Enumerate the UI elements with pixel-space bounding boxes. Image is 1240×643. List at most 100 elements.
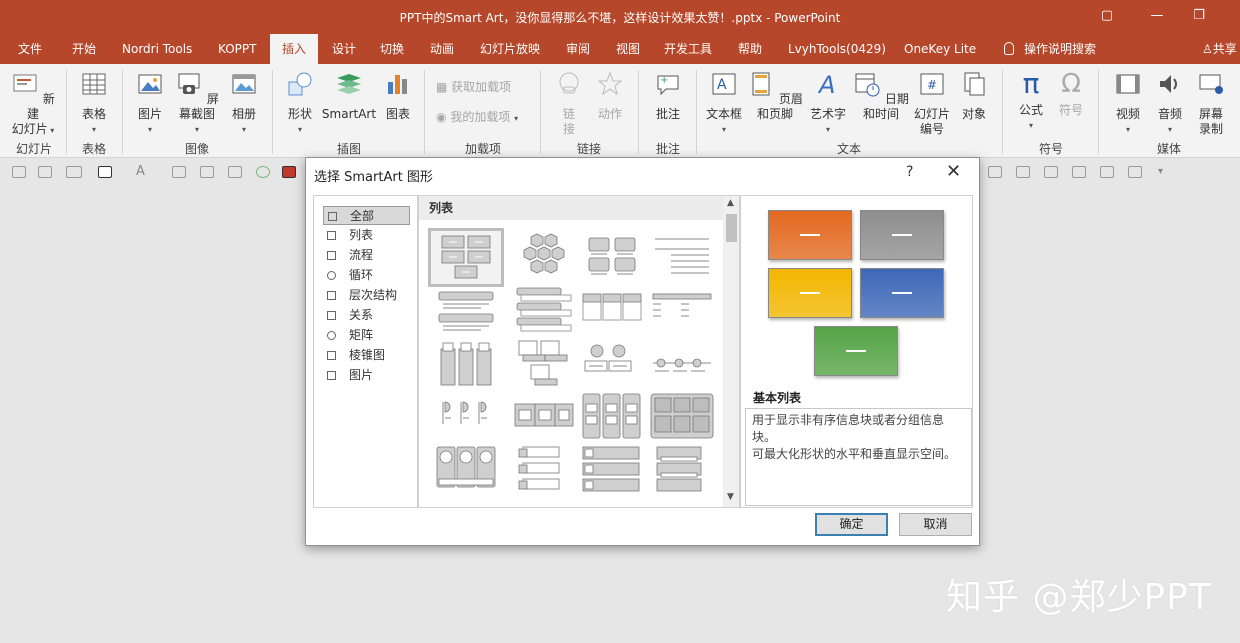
audio-button[interactable]: 音频 ▾ (1150, 70, 1190, 137)
layout-circle-accent-list[interactable] (577, 337, 647, 390)
toolbar-icon[interactable] (200, 166, 214, 178)
help-button[interactable]: ? (906, 164, 913, 180)
new-slide-button[interactable]: 新建 幻灯片 ▾ (8, 70, 58, 138)
preview-block-gray (860, 210, 944, 260)
scroll-down-icon[interactable]: ▼ (727, 492, 734, 502)
toolbar-icon[interactable] (228, 166, 242, 178)
tab-koppt[interactable]: KOPPT (216, 34, 258, 64)
wordart-button[interactable]: A 艺术字 ▾ (808, 70, 848, 137)
layout-bending-picture-caption[interactable] (509, 337, 579, 390)
layout-half-circle-list[interactable] (431, 390, 501, 443)
shapes-button[interactable]: 形状 ▾ (280, 70, 320, 137)
tab-slideshow[interactable]: 幻灯片放映 (478, 34, 542, 64)
gallery-scrollbar[interactable]: ▲ ▼ (723, 196, 739, 507)
tab-view[interactable]: 视图 (614, 34, 642, 64)
action-button[interactable]: 动作 (590, 70, 630, 122)
layout-lined-list[interactable] (647, 231, 717, 284)
layout-vertical-box-list[interactable] (509, 284, 579, 337)
tab-developer[interactable]: 开发工具 (662, 34, 714, 64)
textbox-button[interactable]: A 文本框 ▾ (704, 70, 744, 137)
tab-animations[interactable]: 动画 (428, 34, 456, 64)
layout-stacked-box-list[interactable] (647, 443, 717, 496)
header-footer-button[interactable]: 页眉和页脚 (744, 70, 806, 122)
tab-file[interactable]: 文件 (16, 34, 44, 64)
slide-number-button[interactable]: # 幻灯片 编号 (912, 70, 952, 137)
align-icon[interactable] (1072, 166, 1086, 178)
layout-arrow-block-list[interactable] (509, 390, 579, 443)
layout-picture-caption-list[interactable] (577, 231, 647, 284)
tab-insert[interactable]: 插入 (270, 34, 319, 64)
layout-grouped-boxes[interactable] (647, 390, 717, 443)
tab-transitions[interactable]: 切换 (378, 34, 406, 64)
layout-vertical-bullet-list[interactable] (431, 284, 501, 337)
layout-basic-block-list[interactable] (428, 228, 504, 287)
tab-review[interactable]: 审阅 (564, 34, 592, 64)
ok-button[interactable]: 确定 (815, 513, 888, 536)
layout-trapezoid-list[interactable] (509, 443, 579, 496)
eyedropper-icon[interactable] (172, 166, 186, 178)
scroll-up-icon[interactable]: ▲ (727, 198, 734, 208)
equation-button[interactable]: π 公式 ▾ (1012, 70, 1050, 133)
watermark: 知乎 @郑少PPT (946, 577, 1212, 618)
table-button[interactable]: 表格 ▾ (74, 70, 114, 137)
tab-help[interactable]: 帮助 (736, 34, 764, 64)
text-direction-icon[interactable] (98, 166, 112, 178)
my-addins-button[interactable]: ◉ 我的加载项 ▾ (436, 108, 518, 125)
tab-nordri-tools[interactable]: Nordri Tools (120, 34, 194, 64)
category-relationship[interactable]: 关系 (323, 306, 410, 325)
bring-forward-icon[interactable] (1100, 166, 1114, 178)
close-icon[interactable]: ✕ (946, 161, 961, 182)
screenshot-button[interactable]: 屏幕截图 ▾ (170, 70, 224, 137)
minimize-icon[interactable]: — (1148, 8, 1166, 24)
category-picture[interactable]: 图片 (323, 366, 410, 385)
toolbar-icon[interactable] (66, 166, 82, 178)
video-button[interactable]: 视频 ▾ (1108, 70, 1148, 137)
tab-onekey-lite[interactable]: OneKey Lite (902, 34, 978, 64)
screen-recording-button[interactable]: 屏幕 录制 (1192, 70, 1230, 137)
comment-button[interactable]: + 批注 (648, 70, 688, 122)
album-button[interactable]: 相册 ▾ (224, 70, 264, 137)
category-cycle[interactable]: 循环 (323, 266, 410, 285)
font-color-icon[interactable]: A (136, 164, 150, 179)
category-hierarchy[interactable]: 层次结构 (323, 286, 410, 305)
symbol-button[interactable]: Ω 符号 (1052, 70, 1090, 118)
tab-home[interactable]: 开始 (70, 34, 98, 64)
tab-design[interactable]: 设计 (330, 34, 358, 64)
category-pyramid[interactable]: 棱锥图 (323, 346, 410, 365)
align-icon[interactable] (1016, 166, 1030, 178)
layout-hexagon-cluster[interactable] (509, 231, 579, 284)
restore-icon[interactable]: ❐ (1190, 8, 1208, 24)
align-icon[interactable] (1044, 166, 1058, 178)
tell-me-search[interactable]: 操作说明搜索 (1002, 34, 1098, 64)
object-button[interactable]: 对象 (954, 70, 994, 122)
share-button[interactable]: ♙共享 (1200, 34, 1239, 64)
get-addins-button[interactable]: ▦ 获取加载项 (436, 78, 511, 95)
category-all[interactable]: 全部 (323, 206, 410, 225)
more-dropdown-icon[interactable]: ▾ (1158, 166, 1172, 178)
category-matrix[interactable]: 矩阵 (323, 326, 410, 345)
cancel-button[interactable]: 取消 (899, 513, 972, 536)
category-list-item[interactable]: 列表 (323, 226, 410, 245)
ribbon-display-options-icon[interactable]: ▢ (1098, 8, 1116, 24)
layout-sub-step-list[interactable] (577, 443, 647, 496)
fill-color-icon[interactable] (282, 166, 296, 178)
layout-horizontal-bullet-list[interactable] (577, 284, 647, 337)
smartart-button[interactable]: SmartArt (320, 70, 378, 122)
picture-button[interactable]: 图片 ▾ (130, 70, 170, 137)
layout-grouped-list[interactable] (577, 390, 647, 443)
circle-shape-icon[interactable] (256, 166, 270, 178)
send-backward-icon[interactable] (1128, 166, 1142, 178)
chart-button[interactable]: 图表 (378, 70, 418, 122)
align-icon[interactable] (988, 166, 1002, 178)
layout-stacked-list[interactable] (431, 337, 501, 390)
link-button[interactable]: 链 接 (552, 70, 586, 137)
category-process[interactable]: 流程 (323, 246, 410, 265)
layout-timeline-list[interactable] (647, 337, 717, 390)
toolbar-icon[interactable] (38, 166, 52, 178)
layout-table-list[interactable] (647, 284, 717, 337)
scroll-thumb[interactable] (726, 214, 737, 242)
layout-circle-block-list[interactable] (431, 443, 501, 496)
tab-lvyhtools[interactable]: LvyhTools(0429) (786, 34, 888, 64)
toolbar-icon[interactable] (12, 166, 26, 178)
datetime-button[interactable]: 日期和时间 (850, 70, 912, 122)
